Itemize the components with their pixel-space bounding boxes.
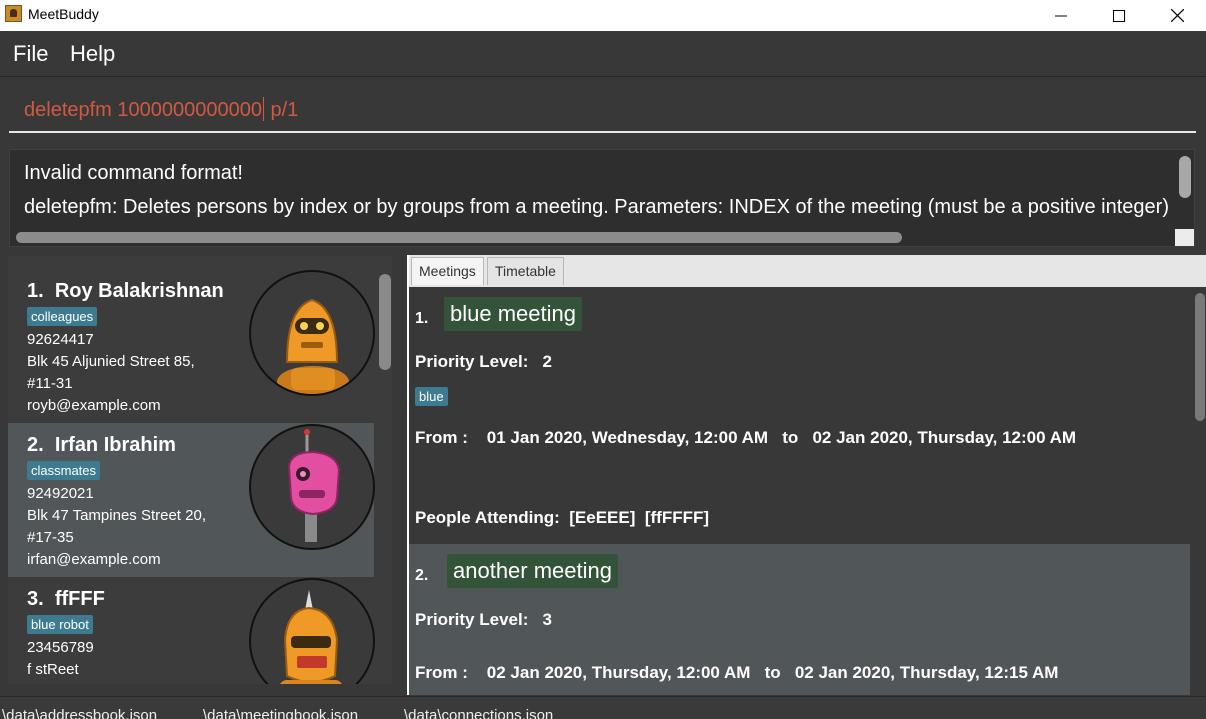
tab-meetings[interactable]: Meetings (411, 257, 484, 285)
meeting-attendees: People Attending: [EeEEE] [ffFFFF] (415, 508, 710, 527)
right-panel: Meetings Timetable 1. blue meeting Prior… (407, 255, 1206, 695)
menu-file[interactable]: File (13, 41, 48, 67)
meeting-time: From : 02 Jan 2020, Thursday, 12:00 AM t… (415, 663, 1059, 682)
close-button[interactable] (1148, 0, 1206, 31)
command-text-after-caret: p/1 (265, 99, 299, 121)
result-display: Invalid command format! deletepfm: Delet… (9, 149, 1195, 247)
person-name: 1. Roy Balakrishnan (27, 280, 224, 302)
meeting-tag: blue (415, 387, 448, 406)
person-address: Blk 45 Aljunied Street 85, (27, 353, 195, 370)
status-connections-path: \data\connections.json (404, 707, 554, 719)
person-address: f stReet (27, 661, 79, 678)
minimize-button[interactable] (1032, 0, 1090, 31)
person-name: 3. ffFFF (27, 588, 105, 610)
status-meetingbook-path: \data\meetingbook.json (203, 707, 359, 719)
meeting-card[interactable]: 1. blue meeting Priority Level: 2 blue F… (409, 287, 1190, 544)
person-phone: 23456789 (27, 639, 94, 656)
result-line-1: Invalid command format! (24, 162, 243, 184)
meetbuddy-logo-icon (5, 5, 22, 22)
menu-help[interactable]: Help (70, 41, 115, 67)
tab-timetable[interactable]: Timetable (487, 257, 564, 285)
tab-bar: Meetings Timetable (409, 255, 1206, 287)
person-phone: 92624417 (27, 331, 94, 348)
title-bar: MeetBuddy (0, 0, 1206, 31)
person-card[interactable]: 2. Irfan Ibrahim classmates 92492021 Blk… (8, 423, 375, 577)
meeting-time: From : 01 Jan 2020, Wednesday, 12:00 AM … (415, 428, 1077, 447)
minimize-icon (1055, 15, 1067, 16)
status-bar: \data\addressbook.json \data\meetingbook… (0, 696, 1206, 719)
result-vertical-scrollbar[interactable] (1179, 156, 1191, 198)
command-input[interactable]: deletepfm 1000000000000 p/1 (24, 97, 298, 122)
menu-bar: File Help (0, 31, 1206, 77)
person-phone: 92492021 (27, 485, 94, 502)
person-name: 2. Irfan Ibrahim (27, 434, 176, 456)
status-addressbook-path: \data\addressbook.json (2, 707, 158, 719)
meeting-priority: Priority Level: 2 (415, 352, 553, 371)
meeting-name: blue meeting (444, 297, 582, 331)
meeting-index: 1. (415, 310, 429, 327)
text-caret (263, 97, 264, 121)
maximize-button[interactable] (1090, 0, 1148, 31)
person-email: irfan@example.com (27, 551, 161, 568)
meeting-index: 2. (415, 567, 429, 584)
person-tag: classmates (27, 461, 101, 480)
meeting-list: 1. blue meeting Priority Level: 2 blue F… (409, 287, 1206, 695)
person-tag: colleagues (27, 307, 98, 326)
command-box[interactable]: deletepfm 1000000000000 p/1 (0, 77, 1206, 145)
meeting-list-scrollbar[interactable] (1195, 293, 1205, 421)
window-title: MeetBuddy (28, 6, 99, 22)
maximize-icon (1113, 9, 1125, 22)
person-list-scrollbar[interactable] (379, 274, 391, 370)
result-line-2: deletepfm: Deletes persons by index or b… (24, 196, 1169, 218)
person-list-panel: 1. Roy Balakrishnan colleagues 92624417 … (8, 256, 392, 684)
scroll-corner (1175, 229, 1194, 246)
command-text-before-caret: deletepfm 1000000000000 (24, 99, 262, 121)
person-email: royb@example.com (27, 397, 161, 414)
robot-avatar-icon (249, 578, 375, 684)
result-horizontal-scrollbar[interactable] (16, 232, 902, 243)
robot-avatar-icon (249, 424, 375, 550)
command-underline (9, 131, 1196, 133)
robot-avatar-icon (249, 270, 375, 396)
meeting-priority: Priority Level: 3 (415, 610, 553, 629)
person-card[interactable]: 1. Roy Balakrishnan colleagues 92624417 … (8, 269, 375, 423)
person-address-cont: #17-35 (27, 529, 74, 546)
person-address-cont: #11-31 (27, 375, 73, 392)
meeting-name: another meeting (447, 554, 618, 588)
person-address: Blk 47 Tampines Street 20, (27, 507, 206, 524)
meeting-card[interactable]: 2. another meeting Priority Level: 3 Fro… (409, 544, 1190, 695)
close-icon (1170, 9, 1184, 22)
person-card[interactable]: 3. ffFFF blue robot 23456789 f stReet (8, 577, 375, 684)
person-tag: blue robot (27, 615, 93, 634)
